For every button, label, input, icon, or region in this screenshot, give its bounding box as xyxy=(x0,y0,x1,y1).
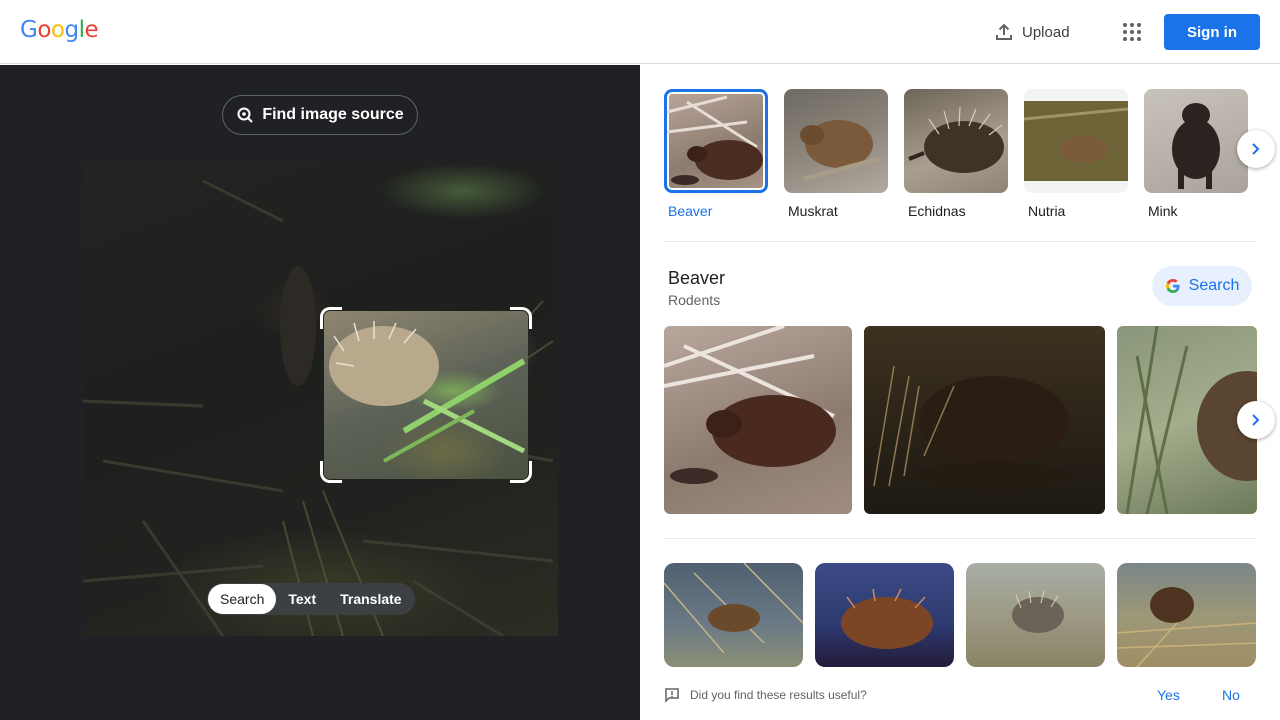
google-g-icon xyxy=(1165,279,1180,293)
divider xyxy=(664,538,1256,539)
entity-thumbnail xyxy=(784,89,888,193)
logo-letter: o xyxy=(37,17,51,43)
entity-nutria[interactable]: Nutria xyxy=(1024,89,1128,219)
feedback-yes-button[interactable]: Yes xyxy=(1157,687,1180,703)
logo-letter: e xyxy=(84,17,99,43)
result-image[interactable] xyxy=(815,563,954,667)
entity-next-button[interactable] xyxy=(1237,130,1275,168)
crop-handle[interactable] xyxy=(510,461,532,483)
entity-subtitle: Rodents xyxy=(668,292,721,308)
mode-switcher: Search Text Translate xyxy=(207,583,415,615)
upload-button[interactable]: Upload xyxy=(984,14,1080,50)
entity-label: Beaver xyxy=(668,203,713,219)
entity-mink[interactable]: Mink xyxy=(1144,89,1248,219)
entity-muskrat[interactable]: Muskrat xyxy=(784,89,888,219)
result-image[interactable] xyxy=(966,563,1105,667)
tab-translate[interactable]: Translate xyxy=(328,584,413,614)
entity-thumbnail xyxy=(1024,89,1128,193)
chevron-right-icon xyxy=(1252,414,1260,426)
crop-selection[interactable] xyxy=(324,311,528,479)
google-apps-icon[interactable] xyxy=(1114,14,1150,50)
entity-search-label: Search xyxy=(1188,277,1240,294)
entity-label: Nutria xyxy=(1028,203,1066,219)
entity-thumbnail xyxy=(904,89,1008,193)
feedback-icon xyxy=(665,688,679,703)
crop-handle[interactable] xyxy=(320,461,342,483)
upload-icon xyxy=(996,23,1012,40)
divider xyxy=(664,241,1256,242)
feedback-prompt: Did you find these results useful? xyxy=(664,687,867,703)
crop-handle[interactable] xyxy=(510,307,532,329)
entity-thumbnail xyxy=(664,89,768,193)
result-image[interactable] xyxy=(1117,563,1256,667)
results-next-button[interactable] xyxy=(1237,401,1275,439)
entity-label: Mink xyxy=(1148,203,1178,219)
entity-thumbnail xyxy=(1144,89,1248,193)
logo-letter: o xyxy=(50,17,65,43)
logo-letter: G xyxy=(20,17,38,43)
feedback-no-button[interactable]: No xyxy=(1222,687,1240,703)
result-image[interactable] xyxy=(664,563,803,667)
entity-label: Muskrat xyxy=(788,203,838,219)
find-source-label: Find image source xyxy=(262,106,404,123)
feedback-question: Did you find these results useful? xyxy=(690,688,867,702)
logo-letter: g xyxy=(64,17,79,43)
entity-echidnas[interactable]: Echidnas xyxy=(904,89,1008,219)
sign-in-button[interactable]: Sign in xyxy=(1164,14,1260,50)
entity-title: Beaver xyxy=(668,268,726,288)
tab-text[interactable]: Text xyxy=(276,584,328,614)
google-logo[interactable]: Google xyxy=(20,17,99,43)
query-image-panel: Find image source Search Text Translate xyxy=(0,65,640,720)
result-image[interactable] xyxy=(864,326,1105,514)
entity-label: Echidnas xyxy=(908,203,966,219)
result-image[interactable] xyxy=(1117,326,1257,514)
result-image[interactable] xyxy=(664,326,852,514)
entity-carousel: Beaver Muskrat Echidnas Nutria Mink xyxy=(664,89,1248,219)
find-image-source-button[interactable]: Find image source xyxy=(222,95,418,135)
crop-handle[interactable] xyxy=(320,307,342,329)
entity-search-button[interactable]: Search xyxy=(1152,266,1252,306)
entity-beaver[interactable]: Beaver xyxy=(664,89,768,219)
upload-label: Upload xyxy=(1022,23,1070,41)
chevron-right-icon xyxy=(1252,143,1260,155)
tab-search[interactable]: Search xyxy=(208,584,277,614)
results-panel: Beaver Muskrat Echidnas Nutria Mink Beav… xyxy=(640,65,1280,720)
top-bar: Google Upload Sign in xyxy=(0,0,1280,64)
lens-search-icon xyxy=(237,107,254,123)
